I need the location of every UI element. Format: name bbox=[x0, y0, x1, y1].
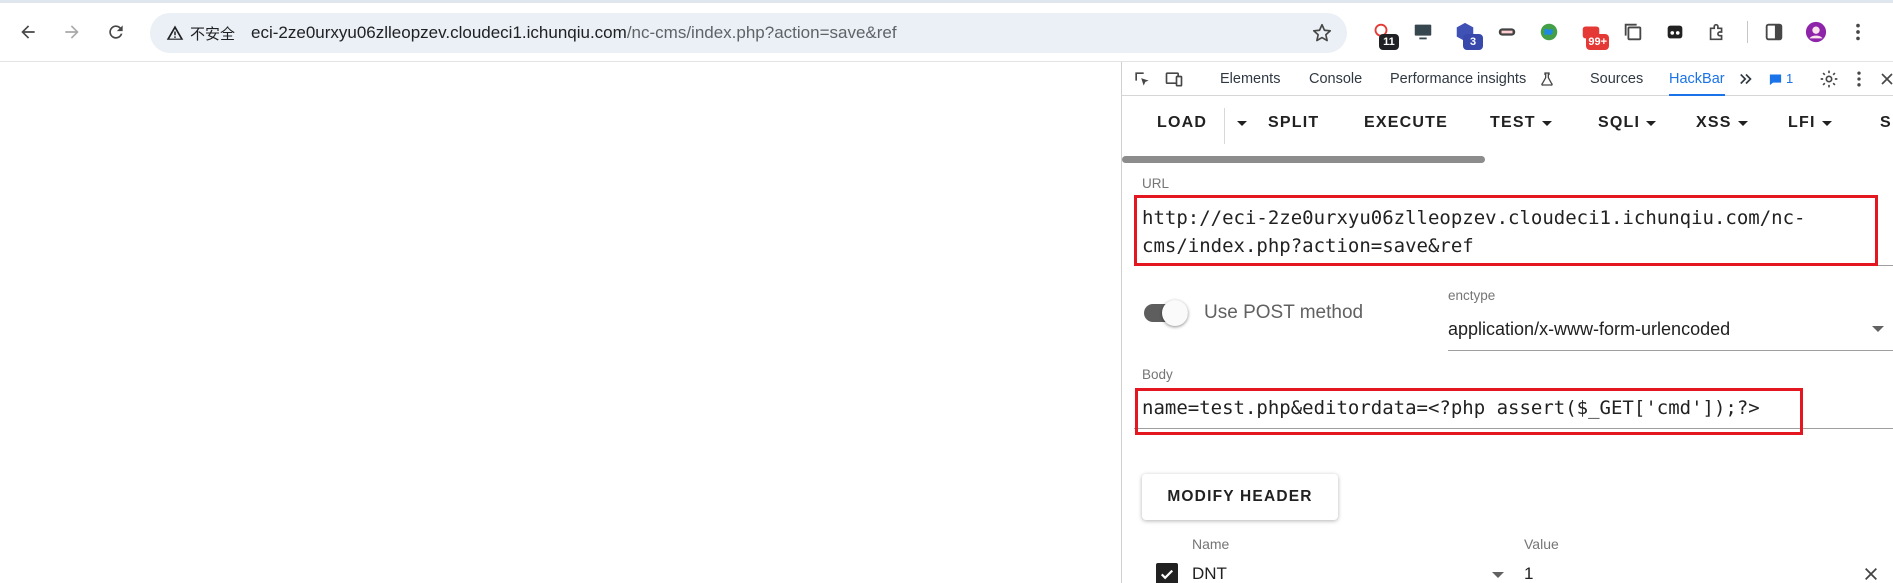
reload-icon bbox=[109, 25, 123, 39]
page-content bbox=[0, 62, 1121, 583]
execute-button[interactable]: EXECUTE bbox=[1364, 114, 1448, 132]
extension-glasses[interactable] bbox=[1659, 16, 1691, 48]
header-enabled-checkbox[interactable] bbox=[1156, 563, 1178, 583]
sqli-menu-button[interactable]: SQLI bbox=[1598, 114, 1657, 132]
extension-badge: 3 bbox=[1463, 34, 1483, 50]
enctype-label: enctype bbox=[1448, 288, 1496, 303]
more-vertical-icon bbox=[1856, 23, 1860, 41]
chevron-down-icon bbox=[1737, 120, 1748, 126]
bookmark-star-icon[interactable] bbox=[1311, 22, 1333, 44]
xss-menu-button[interactable]: XSS bbox=[1696, 114, 1748, 132]
tab-console[interactable]: Console bbox=[1309, 62, 1362, 96]
url-highlight-box bbox=[1134, 195, 1878, 266]
header-value-label: Value bbox=[1524, 536, 1559, 552]
security-indicator[interactable]: 不安全 bbox=[158, 18, 243, 48]
tab-hackbar[interactable]: HackBar bbox=[1669, 62, 1725, 96]
url-field-label: URL bbox=[1142, 176, 1170, 191]
more-vertical-icon[interactable] bbox=[1849, 69, 1869, 89]
side-panel-button[interactable] bbox=[1758, 16, 1790, 48]
side-panel-icon bbox=[1765, 23, 1783, 41]
xss-menu-label: XSS bbox=[1696, 114, 1732, 131]
close-icon[interactable] bbox=[1877, 69, 1893, 89]
extension-cube[interactable]: 3 bbox=[1449, 16, 1483, 50]
lfi-menu-button[interactable]: LFI bbox=[1788, 114, 1832, 132]
tab-strip bbox=[0, 0, 1893, 3]
devtools-panel: Elements Console Performance insights So… bbox=[1121, 62, 1893, 583]
tab-sources[interactable]: Sources bbox=[1590, 62, 1643, 96]
extension-toolbox[interactable]: 99+ bbox=[1575, 16, 1609, 50]
enctype-select[interactable]: application/x-www-form-urlencoded bbox=[1448, 319, 1730, 340]
issues-count[interactable]: 1 bbox=[1786, 62, 1793, 96]
browser-menu-button[interactable] bbox=[1842, 16, 1874, 48]
avatar bbox=[1805, 21, 1827, 43]
checkmark-icon bbox=[1160, 569, 1174, 580]
header-name-field[interactable]: DNT bbox=[1192, 564, 1227, 583]
back-button[interactable] bbox=[12, 16, 44, 48]
test-menu-button[interactable]: TEST bbox=[1490, 114, 1552, 132]
extension-monitor[interactable] bbox=[1407, 16, 1439, 48]
body-field-label: Body bbox=[1142, 367, 1173, 382]
extension-copy[interactable] bbox=[1617, 16, 1649, 48]
tab-performance-insights[interactable]: Performance insights bbox=[1390, 62, 1526, 96]
glasses-extension-icon bbox=[1667, 25, 1683, 39]
horizontal-scrollbar[interactable] bbox=[1122, 156, 1485, 163]
close-icon[interactable] bbox=[1863, 566, 1879, 582]
chevron-down-icon[interactable] bbox=[1492, 572, 1504, 578]
devtools-tab-bar: Elements Console Performance insights So… bbox=[1122, 62, 1893, 96]
chevron-down-icon bbox=[1237, 121, 1247, 126]
enctype-underline bbox=[1448, 350, 1893, 351]
extension-bug[interactable]: 11 bbox=[1365, 16, 1399, 50]
arrow-right-icon bbox=[65, 25, 79, 39]
gear-icon[interactable] bbox=[1819, 69, 1839, 89]
extensions-bar: 11 3 99+ bbox=[1365, 16, 1884, 50]
address-text[interactable]: eci-2ze0urxyu06zlleopzev.cloudeci1.ichun… bbox=[251, 23, 897, 43]
extension-badge: 99+ bbox=[1586, 34, 1609, 50]
sqli-menu-label: SQLI bbox=[1598, 114, 1641, 131]
post-method-toggle-knob[interactable] bbox=[1162, 300, 1188, 326]
chevron-down-icon bbox=[1646, 120, 1657, 126]
url-path: /nc-cms/index.php?action=save&ref bbox=[626, 23, 897, 42]
extension-puzzle[interactable] bbox=[1701, 16, 1733, 48]
arrow-left-icon bbox=[21, 25, 35, 39]
tab-elements[interactable]: Elements bbox=[1220, 62, 1280, 96]
lfi-menu-label: LFI bbox=[1788, 114, 1816, 131]
globe-extension-icon bbox=[1540, 23, 1558, 41]
test-menu-label: TEST bbox=[1490, 114, 1536, 131]
extension-globe[interactable] bbox=[1533, 16, 1565, 48]
modify-header-button[interactable]: MODIFY HEADER bbox=[1142, 474, 1338, 520]
body-highlight-box bbox=[1135, 388, 1803, 435]
monitor-extension-icon bbox=[1414, 24, 1432, 40]
forward-button[interactable] bbox=[56, 16, 88, 48]
flask-icon bbox=[1541, 72, 1553, 86]
copy-extension-icon bbox=[1624, 23, 1642, 41]
load-options-button[interactable] bbox=[1231, 121, 1247, 126]
split-button[interactable]: SPLIT bbox=[1268, 114, 1319, 132]
load-button[interactable]: LOAD bbox=[1157, 114, 1207, 132]
warning-triangle-icon bbox=[166, 25, 184, 40]
ninja-extension-icon bbox=[1498, 28, 1516, 36]
issues-icon[interactable] bbox=[1768, 72, 1783, 87]
load-divider bbox=[1224, 108, 1225, 144]
header-name-label: Name bbox=[1192, 536, 1230, 552]
chevron-double-right-icon[interactable] bbox=[1737, 70, 1755, 88]
more-menu-button[interactable]: S bbox=[1880, 114, 1892, 132]
toolbar-separator bbox=[1747, 21, 1748, 43]
puzzle-extension-icon bbox=[1709, 23, 1723, 41]
security-label: 不安全 bbox=[190, 25, 236, 43]
profile-button[interactable] bbox=[1800, 16, 1832, 48]
address-bar[interactable]: 不安全 eci-2ze0urxyu06zlleopzev.cloudeci1.i… bbox=[150, 13, 1347, 53]
inspect-element-icon[interactable] bbox=[1132, 69, 1152, 89]
browser-toolbar: 不安全 eci-2ze0urxyu06zlleopzev.cloudeci1.i… bbox=[0, 0, 1893, 62]
header-value-field[interactable]: 1 bbox=[1524, 564, 1533, 583]
extension-badge: 11 bbox=[1379, 34, 1399, 50]
url-host: eci-2ze0urxyu06zlleopzev.cloudeci1.ichun… bbox=[251, 23, 627, 42]
chevron-down-icon[interactable] bbox=[1872, 326, 1884, 332]
post-method-label: Use POST method bbox=[1204, 302, 1364, 323]
extension-ninja[interactable] bbox=[1491, 16, 1523, 48]
hackbar-toolbar: LOAD SPLIT EXECUTE TEST SQLI XSS LFI S bbox=[1122, 96, 1893, 156]
device-toolbar-icon[interactable] bbox=[1164, 69, 1184, 89]
reload-button[interactable] bbox=[100, 16, 132, 48]
chevron-down-icon bbox=[1541, 120, 1552, 126]
chevron-down-icon bbox=[1821, 120, 1832, 126]
